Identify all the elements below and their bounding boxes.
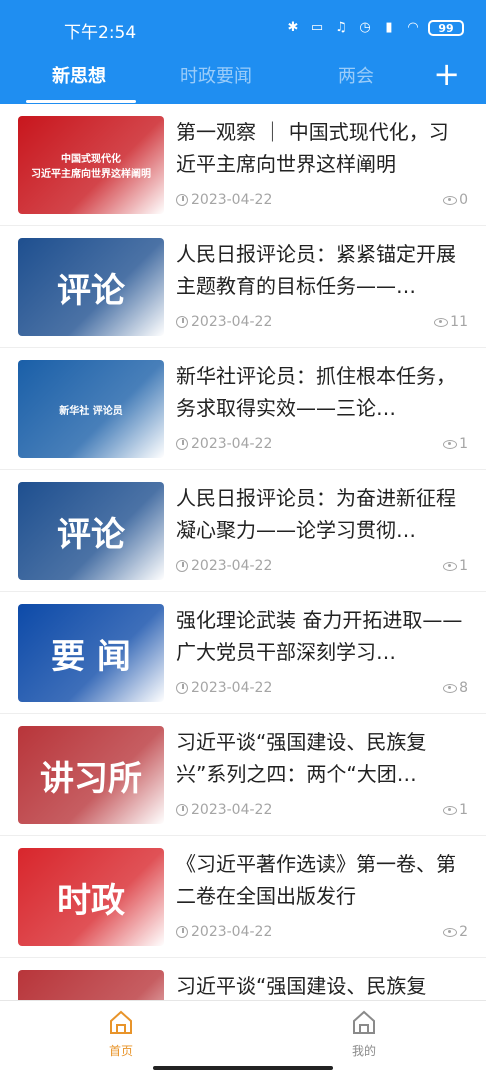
article-views: 1 [443,802,468,818]
top-header: 下午2:54 ✱ ▭ ♫ ◷ ▮ ◠ 99 新思想 时政要闻 两会 + [0,0,486,104]
article-date-text: 2023-04-22 [191,924,273,940]
alarm-icon: ◷ [359,20,371,35]
article-item[interactable]: 时政 《习近平著作选读》第一卷、第二卷在全国出版发行 2023-04-22 2 [0,836,486,958]
article-views-count: 1 [459,802,468,818]
article-views-count: 0 [459,192,468,208]
tab-new-thought[interactable]: 新思想 [52,62,106,88]
article-views: 2 [443,924,468,940]
eye-icon [443,561,458,571]
article-views: 1 [443,558,468,574]
article-date-text: 2023-04-22 [191,802,273,818]
thumbnail-text: 评论 [57,270,125,311]
clock-icon [176,560,188,572]
article-title[interactable]: 《习近平著作选读》第一卷、第二卷在全国出版发行 [176,848,468,912]
article-item[interactable]: 讲习所 习近平谈“强国建设、民族复兴”系列之四：两个“大团… 2023-04-22 1 [0,714,486,836]
bluetooth-icon: ✱ [287,20,299,35]
article-date-text: 2023-04-22 [191,314,273,330]
home-indicator [153,1066,333,1070]
clock-icon [176,438,188,450]
plus-icon[interactable]: + [433,58,460,90]
article-views: 8 [443,680,468,696]
article-views: 1 [443,436,468,452]
article-list[interactable]: 中国式现代化 习近平主席向世界这样阐明 第一观察 ｜ 中国式现代化，习近平主席向世… [0,104,486,1000]
article-title[interactable]: 人民日报评论员：为奋进新征程凝心聚力——论学习贯彻… [176,482,468,546]
tab-two-sessions[interactable]: 两会 [338,62,374,88]
article-title[interactable]: 人民日报评论员：紧紧锚定开展主题教育的目标任务——… [176,238,468,302]
clock-icon [176,926,188,938]
article-date: 2023-04-22 [176,802,272,818]
article-item[interactable]: 评论 人民日报评论员：紧紧锚定开展主题教育的目标任务——… 2023-04-22 11 [0,226,486,348]
article-views-count: 2 [459,924,468,940]
mute-bell-icon: ♫ [335,20,347,35]
status-icons: ✱ ▭ ♫ ◷ ▮ ◠ 99 [284,20,464,36]
article-thumbnail: 讲习所 [18,726,164,824]
signal-icon: ▮ [385,20,393,35]
thumbnail-text: 时政 [57,880,125,921]
tab-current-affairs[interactable]: 时政要闻 [180,62,252,88]
clock-icon [176,194,188,206]
article-thumbnail: 时政 [18,848,164,946]
nav-home-label: 首页 [108,1044,133,1058]
article-date: 2023-04-22 [176,192,272,208]
eye-icon [443,805,458,815]
clock-icon [176,682,188,694]
eye-icon [434,317,449,327]
wifi-icon: ◠ [407,20,419,35]
article-views-count: 1 [459,558,468,574]
eye-icon [443,439,458,449]
article-thumbnail: 新华社 评论员 [18,360,164,458]
article-item[interactable]: 评论 人民日报评论员：为奋进新征程凝心聚力——论学习贯彻… 2023-04-22 1 [0,470,486,592]
article-thumbnail: 中国式现代化 习近平主席向世界这样阐明 [18,116,164,214]
status-bar: 下午2:54 ✱ ▭ ♫ ◷ ▮ ◠ 99 [0,0,486,56]
article-date: 2023-04-22 [176,436,272,452]
article-views: 0 [443,192,468,208]
home-icon [110,1010,132,1034]
article-date-text: 2023-04-22 [191,436,273,452]
nav-mine-label: 我的 [351,1044,376,1058]
article-date-text: 2023-04-22 [191,558,273,574]
article-views: 11 [434,314,468,330]
article-title[interactable]: 习近平谈“强国建设、民族复 [176,970,468,1000]
thumbnail-text: 讲 [18,970,164,1000]
article-thumbnail: 要 闻 [18,604,164,702]
nav-home[interactable]: 首页 [61,1009,181,1059]
thumbnail-text: 要 闻 [51,636,131,677]
eye-icon [443,683,458,693]
article-item[interactable]: 新华社 评论员 新华社评论员：抓住根本任务，务求取得实效——三论… 2023-04-… [0,348,486,470]
article-date-text: 2023-04-22 [191,680,273,696]
clock-icon [176,316,188,328]
thumbnail-text: 新华社 评论员 [59,405,123,417]
article-item[interactable]: 要 闻 强化理论武装 奋力开拓进取——广大党员干部深刻学习… 2023-04-22 8 [0,592,486,714]
thumbnail-text: 讲习所 [40,758,142,799]
eye-icon [443,195,458,205]
article-item[interactable]: 讲习近平谈“强国建设、民族复 [0,958,486,1000]
article-title[interactable]: 强化理论武装 奋力开拓进取——广大党员干部深刻学习… [176,604,468,668]
active-tab-indicator [26,100,136,103]
article-thumbnail: 评论 [18,238,164,336]
status-time: 下午2:54 [64,23,137,43]
article-title[interactable]: 新华社评论员：抓住根本任务，务求取得实效——三论… [176,360,468,424]
battery-icon: 99 [428,20,464,36]
vibrate-icon: ▭ [310,20,324,35]
article-views-count: 1 [459,436,468,452]
article-thumbnail: 评论 [18,482,164,580]
eye-icon [443,927,458,937]
thumbnail-text: 评论 [57,514,125,555]
article-views-count: 8 [459,680,468,696]
article-date: 2023-04-22 [176,924,272,940]
profile-home-icon [353,1010,375,1034]
thumbnail-text: 中国式现代化 习近平主席向世界这样阐明 [31,154,151,180]
article-date: 2023-04-22 [176,680,272,696]
article-title[interactable]: 习近平谈“强国建设、民族复兴”系列之四：两个“大团… [176,726,468,790]
article-date: 2023-04-22 [176,558,272,574]
article-thumbnail: 讲 [18,970,164,1000]
article-date-text: 2023-04-22 [191,192,273,208]
article-title[interactable]: 第一观察 ｜ 中国式现代化，习近平主席向世界这样阐明 [176,116,468,180]
tab-bar: 新思想 时政要闻 两会 [0,56,486,104]
nav-mine[interactable]: 我的 [304,1009,424,1059]
article-date: 2023-04-22 [176,314,272,330]
article-views-count: 11 [450,314,468,330]
article-item[interactable]: 中国式现代化 习近平主席向世界这样阐明 第一观察 ｜ 中国式现代化，习近平主席向世… [0,104,486,226]
clock-icon [176,804,188,816]
